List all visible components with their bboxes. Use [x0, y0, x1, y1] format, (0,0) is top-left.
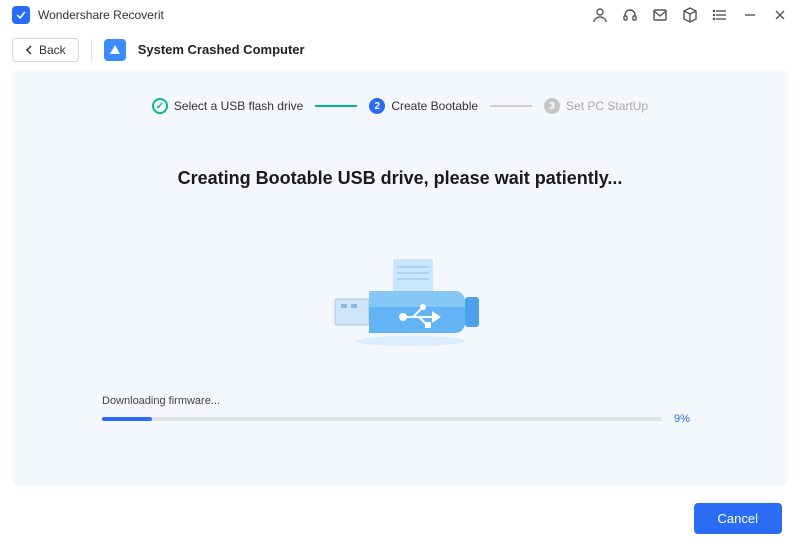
menu-icon[interactable]: [712, 7, 728, 23]
app-logo-icon: [12, 6, 30, 24]
app-title: Wondershare Recoverit: [38, 8, 164, 22]
main-panel: Select a USB flash drive 2 Create Bootab…: [12, 70, 788, 485]
step-connector-2: [490, 105, 532, 107]
step-3-label: Set PC StartUp: [566, 99, 648, 113]
cancel-button[interactable]: Cancel: [694, 503, 782, 534]
progress-fill: [102, 417, 152, 421]
module-icon: [104, 39, 126, 61]
step-2: 2 Create Bootable: [369, 98, 478, 114]
headset-icon[interactable]: [622, 7, 638, 23]
close-icon[interactable]: [772, 7, 788, 23]
wizard-steps: Select a USB flash drive 2 Create Bootab…: [12, 98, 788, 114]
titlebar-left: Wondershare Recoverit: [12, 6, 164, 24]
check-icon: [152, 98, 168, 114]
back-label: Back: [39, 43, 66, 57]
progress-label: Downloading firmware...: [102, 395, 698, 407]
cancel-label: Cancel: [718, 511, 758, 526]
divider: [91, 39, 92, 61]
progress-section: Downloading firmware... 9%: [12, 395, 788, 425]
titlebar: Wondershare Recoverit: [0, 0, 800, 30]
step-3-num: 3: [544, 98, 560, 114]
user-icon[interactable]: [592, 7, 608, 23]
back-button[interactable]: Back: [12, 38, 79, 62]
step-1: Select a USB flash drive: [152, 98, 303, 114]
module-title: System Crashed Computer: [138, 42, 305, 57]
step-3: 3 Set PC StartUp: [544, 98, 648, 114]
subheader: Back System Crashed Computer: [0, 30, 800, 70]
mail-icon[interactable]: [652, 7, 668, 23]
step-2-label: Create Bootable: [391, 99, 478, 113]
progress-row: 9%: [102, 413, 698, 425]
progress-percent: 9%: [674, 413, 698, 425]
chevron-left-icon: [25, 45, 35, 55]
step-connector-1: [315, 105, 357, 107]
step-2-num: 2: [369, 98, 385, 114]
cube-icon[interactable]: [682, 7, 698, 23]
progress-bar: [102, 417, 662, 421]
page-heading: Creating Bootable USB drive, please wait…: [12, 168, 788, 189]
step-1-label: Select a USB flash drive: [174, 99, 303, 113]
usb-drive-icon: [12, 259, 788, 349]
titlebar-right: [592, 7, 788, 23]
minimize-icon[interactable]: [742, 7, 758, 23]
